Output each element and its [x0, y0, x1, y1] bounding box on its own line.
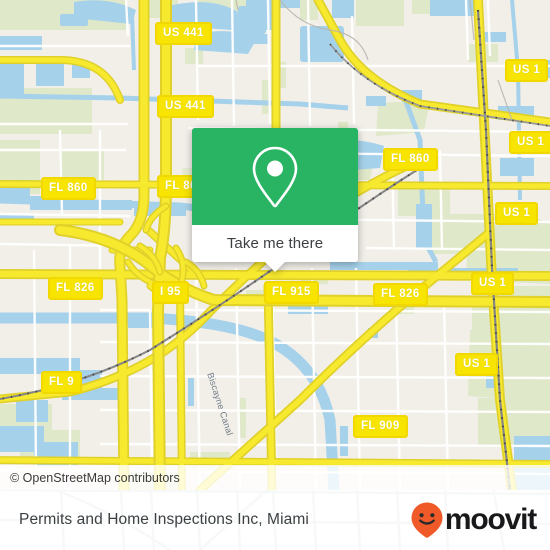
road-shield-us1-right2: US 1: [509, 131, 550, 154]
popup-pointer: [264, 261, 286, 272]
road-shield-us1-topright: US 1: [505, 59, 549, 82]
road-shield-us1-right4: US 1: [471, 272, 515, 295]
moovit-smiling-pin-icon: [411, 502, 443, 538]
road-shield-us441-top: US 441: [155, 22, 212, 45]
road-shield-us1-right5: US 1: [455, 353, 499, 376]
road-shield-i95: I 95: [152, 281, 189, 304]
moovit-wordmark: moovit: [444, 503, 537, 536]
road-shield-fl915: FL 915: [264, 281, 319, 304]
popup-action-area[interactable]: Take me there: [192, 225, 358, 272]
road-shield-fl826-right: FL 826: [373, 283, 428, 306]
take-me-there-label: Take me there: [226, 235, 324, 252]
road-shield-fl860-left: FL 860: [41, 177, 96, 200]
map-attribution-bar: © OpenStreetMap contributors: [0, 465, 550, 490]
page-title: Permits and Home Inspections Inc, Miami: [19, 511, 309, 528]
road-shield-fl860-far: FL 860: [383, 148, 438, 171]
map-screenshot: US 441 US 441 US 1 US 1 FL 860 FL 860 FL 86 US …: [0, 0, 550, 550]
map-canvas[interactable]: US 441 US 441 US 1 US 1 FL 860 FL 860 FL 86 US …: [0, 0, 550, 490]
osm-attribution-text[interactable]: © OpenStreetMap contributors: [0, 471, 180, 485]
location-popup-card[interactable]: Take me there: [192, 128, 358, 272]
moovit-brand[interactable]: moovit: [410, 501, 550, 539]
road-shield-fl909: FL 909: [353, 415, 408, 438]
road-shield-us1-right3: US 1: [495, 202, 539, 225]
road-shield-fl826-left: FL 826: [48, 277, 103, 300]
map-pin-icon: [252, 146, 298, 207]
popup-marker-area: [192, 128, 358, 225]
road-shield-fl9: FL 9: [41, 371, 83, 394]
footer-bar: Permits and Home Inspections Inc, Miami …: [0, 490, 550, 550]
road-shield-us441-mid: US 441: [157, 95, 214, 118]
